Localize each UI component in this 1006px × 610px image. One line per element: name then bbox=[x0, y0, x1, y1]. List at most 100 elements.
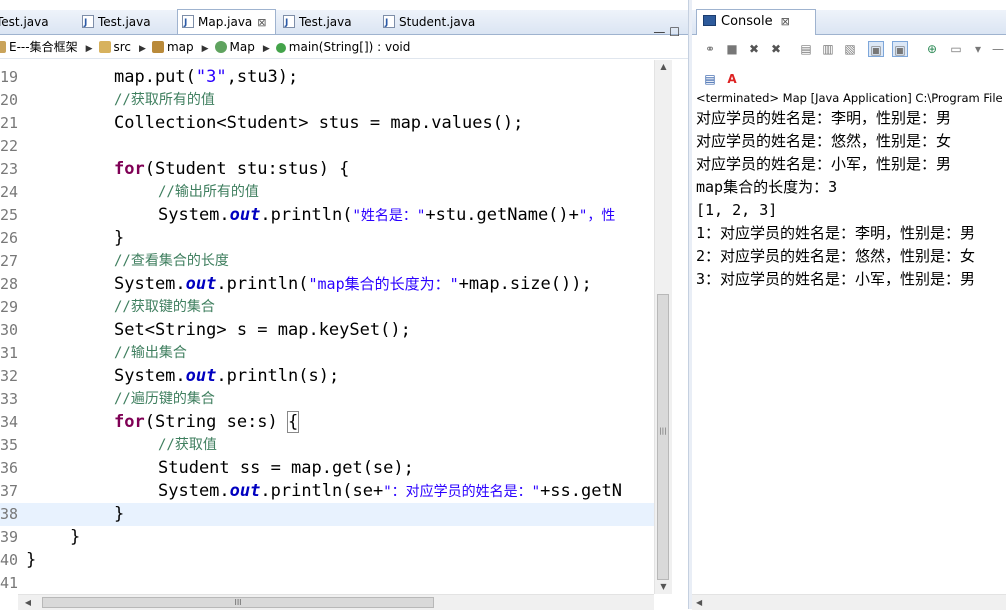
scroll-left-icon[interactable]: ◀ bbox=[696, 595, 702, 610]
code-line: 28 System.out.println("map集合的长度为："+map.si… bbox=[0, 273, 654, 296]
editor-horizontal-scrollbar[interactable]: ◀ III bbox=[18, 594, 654, 610]
line-number: 41 bbox=[0, 574, 18, 592]
scroll-left-icon[interactable]: ◀ bbox=[22, 595, 34, 610]
console-tab-label: Console bbox=[721, 14, 773, 29]
tab-student-java[interactable]: Student.java bbox=[383, 10, 476, 35]
breadcrumb-src[interactable]: src bbox=[98, 36, 131, 58]
code-line: 31 //输出集合 bbox=[0, 342, 654, 365]
code-line: 37 System.out.println(se+"：对应学员的姓名是："+ss.… bbox=[0, 480, 654, 503]
code-line: 32 System.out.println(s); bbox=[0, 365, 654, 388]
open-console-icon[interactable]: A bbox=[724, 71, 740, 87]
tab-map-java[interactable]: Map.java ⊠ bbox=[177, 9, 276, 35]
scroll-lock-icon[interactable]: ▥ bbox=[820, 41, 836, 57]
line-number: 26 bbox=[0, 229, 18, 247]
console-output-line: 1：对应学员的姓名是：李明，性别是：男 bbox=[696, 224, 976, 242]
scroll-up-icon[interactable]: ▲ bbox=[655, 60, 672, 74]
code-line: 35 //获取值 bbox=[0, 434, 654, 457]
code-text: Student ss = map.get(se); bbox=[158, 458, 414, 478]
line-number: 25 bbox=[0, 206, 18, 224]
code-line: 24 //输出所有的值 bbox=[0, 181, 654, 204]
display-console-icon[interactable]: ▭ bbox=[948, 41, 964, 57]
dropdown-icon[interactable]: ▾ bbox=[970, 41, 986, 57]
code-text: map.put("3",stu3); bbox=[114, 67, 299, 87]
code-comment: //查看集合的长度 bbox=[114, 253, 229, 269]
tab-test-java-3[interactable]: Test.java bbox=[283, 10, 352, 35]
package-icon bbox=[151, 41, 164, 53]
editor-vertical-scrollbar[interactable]: ▲ ||| ▼ bbox=[654, 60, 672, 594]
console-output-line: map集合的长度为：3 bbox=[696, 178, 838, 196]
console-output-line: 对应学员的姓名是：悠然，性别是：女 bbox=[696, 132, 952, 150]
line-number: 31 bbox=[0, 344, 18, 362]
line-number: 39 bbox=[0, 528, 18, 546]
breadcrumb-project[interactable]: E---集合框架 bbox=[0, 36, 78, 58]
pin-icon[interactable]: ▤ bbox=[702, 71, 718, 87]
code-comment: //输出所有的值 bbox=[158, 184, 259, 200]
tab-label: Test.java bbox=[98, 15, 151, 29]
minimize-icon[interactable]: — bbox=[990, 41, 1006, 57]
scrollbar-thumb[interactable]: ||| bbox=[657, 294, 669, 580]
code-line: 33 //遍历键的集合 bbox=[0, 388, 654, 411]
code-line: 25 System.out.println("姓名是："+stu.getName(… bbox=[0, 204, 654, 227]
line-number: 24 bbox=[0, 183, 18, 201]
remove-launch-icon[interactable]: ✖ bbox=[746, 41, 762, 57]
code-line: 29 //获取键的集合 bbox=[0, 296, 654, 319]
breadcrumb-separator-icon: ▶ bbox=[139, 44, 146, 54]
java-file-icon bbox=[283, 11, 295, 35]
line-number: 19 bbox=[0, 68, 18, 86]
code-comment: //获取键的集合 bbox=[114, 299, 215, 315]
close-icon[interactable]: ⊠ bbox=[257, 16, 266, 29]
tab-test-java-2[interactable]: Test.java bbox=[82, 10, 151, 35]
breadcrumb-label: E---集合框架 bbox=[9, 40, 78, 54]
java-file-icon bbox=[182, 11, 194, 35]
tab-test-java-1[interactable]: Test.java bbox=[0, 10, 49, 34]
code-line: 39} bbox=[0, 526, 654, 549]
word-wrap-icon[interactable]: ▧ bbox=[842, 41, 858, 57]
scrollbar-thumb[interactable]: III bbox=[42, 597, 434, 608]
console-output[interactable]: 对应学员的姓名是：李明，性别是：男 对应学员的姓名是：悠然，性别是：女 对应学员的姓… bbox=[696, 107, 1006, 291]
code-line: 30 Set<String> s = map.keySet(); bbox=[0, 319, 654, 342]
breadcrumb-method[interactable]: main(String[]) : void bbox=[275, 36, 410, 58]
breadcrumb-separator-icon: ▶ bbox=[262, 44, 270, 54]
console-tab-bar: Console ⊠ bbox=[692, 9, 1006, 35]
breadcrumb-separator-icon: ▶ bbox=[85, 44, 93, 54]
code-text: } bbox=[70, 527, 81, 547]
code-text: } bbox=[26, 550, 37, 570]
breadcrumb-class[interactable]: Map bbox=[214, 36, 255, 58]
code-line: 23 for(Student stu:stus) { bbox=[0, 158, 654, 181]
code-line-current: 38} bbox=[0, 503, 654, 526]
tab-console[interactable]: Console ⊠ bbox=[696, 9, 816, 35]
code-text: } bbox=[114, 228, 125, 248]
pin-console-icon[interactable]: ⊕ bbox=[924, 41, 940, 57]
link-icon[interactable]: ⚭ bbox=[702, 41, 718, 57]
code-line: 36 Student ss = map.get(se); bbox=[0, 457, 654, 480]
code-line: 22 bbox=[0, 135, 654, 158]
code-line: 21 Collection<Student> stus = map.values(… bbox=[0, 112, 654, 135]
clear-console-icon[interactable]: ▤ bbox=[798, 41, 814, 57]
line-number: 33 bbox=[0, 390, 18, 408]
close-icon[interactable]: ⊠ bbox=[781, 15, 790, 28]
source-folder-icon bbox=[98, 41, 111, 53]
stop-icon[interactable]: ■ bbox=[724, 41, 740, 57]
code-text: for(Student stu:stus) { bbox=[114, 159, 350, 179]
show-on-stderr-icon[interactable]: ▣ bbox=[892, 41, 908, 57]
line-number: 40 bbox=[0, 551, 18, 569]
line-number: 22 bbox=[0, 137, 18, 155]
show-on-stdout-icon[interactable]: ▣ bbox=[868, 41, 884, 57]
tab-label: Map.java bbox=[198, 15, 253, 29]
line-number: 37 bbox=[0, 482, 18, 500]
breadcrumb-label: Map bbox=[229, 40, 255, 54]
tab-label: Student.java bbox=[399, 15, 476, 29]
code-comment: //输出集合 bbox=[114, 345, 187, 361]
line-number: 29 bbox=[0, 298, 18, 316]
class-icon bbox=[214, 41, 227, 53]
tab-label: Test.java bbox=[0, 15, 49, 29]
code-line: 20 //获取所有的值 bbox=[0, 89, 654, 112]
code-line: 40} bbox=[0, 549, 654, 572]
console-horizontal-scrollbar[interactable]: ◀ bbox=[692, 594, 1006, 610]
code-editor[interactable]: 19 map.put("3",stu3); 20 //获取所有的值 21 Collec… bbox=[0, 60, 654, 594]
code-line: 41 bbox=[0, 572, 654, 594]
console-toolbar: ⚭ ■ ✖ ✖ ▤ ▥ ▧ ▣ ▣ ⊕ ▭ ▾ — bbox=[692, 38, 1006, 60]
remove-all-icon[interactable]: ✖ bbox=[768, 41, 784, 57]
scroll-down-icon[interactable]: ▼ bbox=[655, 580, 672, 594]
breadcrumb-package[interactable]: map bbox=[151, 36, 194, 58]
